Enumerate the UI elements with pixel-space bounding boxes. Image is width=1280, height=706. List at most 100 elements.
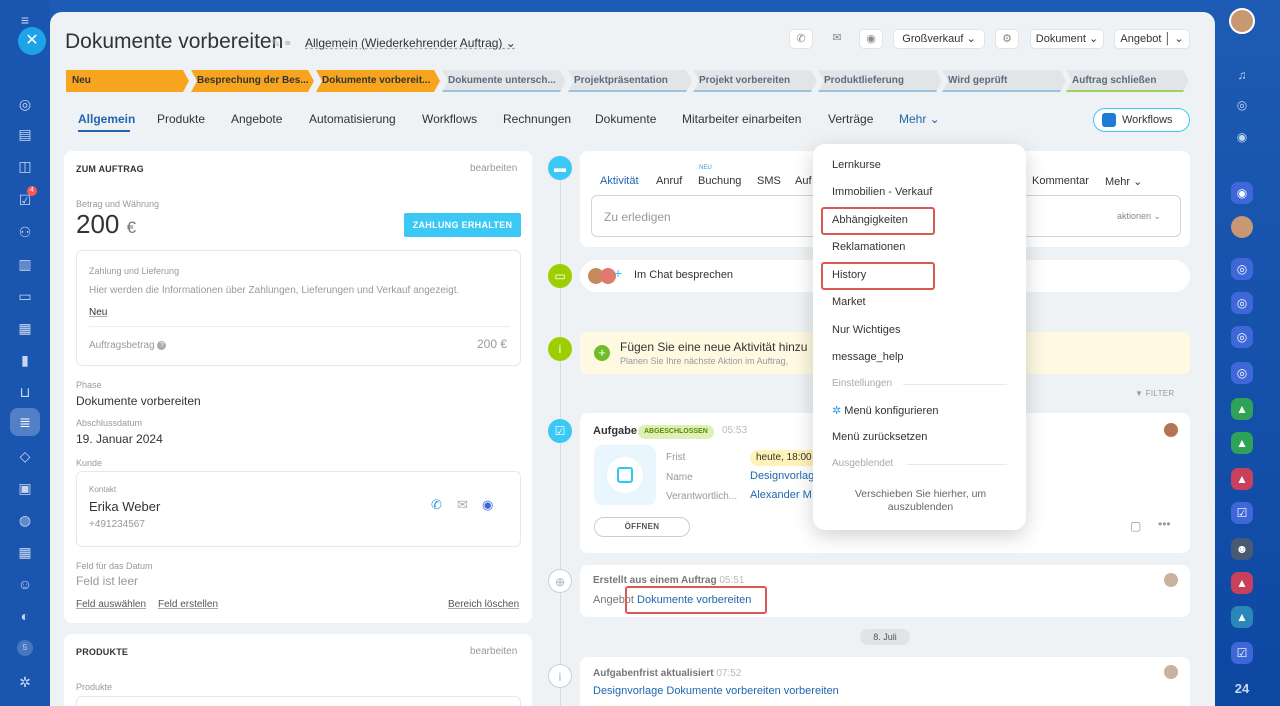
tab-automation[interactable]: Automatisierung bbox=[309, 112, 396, 126]
stage-prepare-project[interactable]: Projekt vorbereiten bbox=[693, 70, 817, 92]
stage-new[interactable]: Neu bbox=[66, 70, 189, 92]
tab-products[interactable]: Produkte bbox=[157, 112, 205, 126]
sidebar-item-marketing[interactable]: ◇ bbox=[17, 448, 33, 464]
contact-chat-icon[interactable]: ◉ bbox=[482, 497, 493, 513]
tab-onboarding[interactable]: Mitarbeiter einarbeiten bbox=[682, 112, 801, 126]
menu-item-market[interactable]: Market bbox=[832, 296, 866, 308]
menu-item-lernkurse[interactable]: Lernkurse bbox=[832, 159, 881, 171]
sidebar-item-shop[interactable]: ⊔ bbox=[17, 384, 33, 400]
locked-chat-icon[interactable]: ▲ bbox=[1231, 398, 1253, 420]
tab-workflows[interactable]: Workflows bbox=[422, 112, 477, 126]
activity-tab-task[interactable]: Auf bbox=[795, 175, 812, 187]
stage-sign-documents[interactable]: Dokumente untersch... bbox=[442, 70, 566, 92]
menu-item-immobilien[interactable]: Immobilien - Verkauf bbox=[832, 186, 932, 198]
tab-offers[interactable]: Angebote bbox=[231, 112, 282, 126]
user-avatar[interactable] bbox=[1229, 8, 1255, 34]
products-edit-link[interactable]: bearbeiten bbox=[470, 646, 517, 657]
stage-review[interactable]: Wird geprüft bbox=[942, 70, 1066, 92]
stage-discussion[interactable]: Besprechung der Bes... bbox=[191, 70, 314, 92]
tab-contracts[interactable]: Verträge bbox=[828, 112, 873, 126]
contact-phone[interactable]: +491234567 bbox=[89, 519, 145, 530]
notifications-icon[interactable]: ♫ bbox=[1231, 64, 1253, 86]
grossverkauf-select[interactable]: Großverkauf ⌄ bbox=[893, 29, 985, 49]
sidebar-item-automation[interactable]: ◐ bbox=[17, 608, 33, 624]
settings-gear-icon[interactable]: ⚙ bbox=[995, 29, 1019, 49]
chat-icon[interactable]: ◉ bbox=[1231, 126, 1253, 148]
sidebar-item-sites[interactable]: ▦ bbox=[17, 320, 33, 336]
deadline-update-link[interactable]: Designvorlage Dokumente vorbereiten vorb… bbox=[593, 685, 839, 697]
sidebar-item-employees[interactable]: ⚇ bbox=[17, 224, 33, 240]
tab-more[interactable]: Mehr ⌄ bbox=[899, 112, 940, 126]
phone-button[interactable]: ✆ bbox=[789, 29, 813, 49]
filter-button[interactable]: ▼ FILTER bbox=[1135, 389, 1175, 398]
actions-dropdown[interactable]: aktionen ⌄ bbox=[1117, 211, 1161, 222]
locked-chat-icon-4[interactable]: ▲ bbox=[1231, 572, 1253, 594]
menu-item-complaints[interactable]: Reklamationen bbox=[832, 241, 905, 253]
sidebar-item-mail[interactable]: ▣ bbox=[17, 480, 33, 496]
chat-button[interactable]: ◉ bbox=[859, 29, 883, 49]
add-participant-icon[interactable]: + bbox=[614, 265, 622, 281]
more-options-icon[interactable]: ••• bbox=[1158, 517, 1171, 531]
mail-button[interactable]: ✉ bbox=[825, 29, 849, 49]
sidebar-settings-icon[interactable]: ✲ bbox=[17, 674, 33, 690]
activity-tab-booking[interactable]: Buchung bbox=[698, 175, 741, 187]
workflows-button[interactable]: Workflows bbox=[1093, 108, 1190, 132]
contact-mail-icon[interactable]: ✉ bbox=[457, 497, 468, 513]
copilot-icon[interactable]: ◎ bbox=[1231, 94, 1253, 116]
menu-icon[interactable]: ≡ bbox=[17, 12, 33, 28]
openline-icon-4[interactable]: ◎ bbox=[1231, 362, 1253, 384]
stage-close-deal[interactable]: Auftrag schließen bbox=[1066, 70, 1189, 92]
sidebar-item-contact-center[interactable]: ◍ bbox=[17, 512, 33, 528]
activity-tab-call[interactable]: Anruf bbox=[656, 175, 682, 187]
choose-field-link[interactable]: Feld auswählen bbox=[76, 599, 146, 610]
new-payment-link[interactable]: Neu bbox=[89, 307, 107, 318]
task-chat-icon-2[interactable]: ☑ bbox=[1231, 642, 1253, 664]
edit-title-icons[interactable]: ✎ ⚭ bbox=[271, 37, 293, 50]
note-icon[interactable]: ▢ bbox=[1130, 519, 1141, 533]
unread-counter[interactable]: 24 bbox=[1231, 678, 1253, 700]
add-activity-icon[interactable]: + bbox=[594, 345, 610, 361]
deadline-value[interactable]: heute, 18:00 bbox=[750, 450, 818, 466]
close-slider-button[interactable]: ✕ bbox=[18, 27, 46, 55]
tab-general[interactable]: Allgemein bbox=[78, 112, 135, 126]
offer-button[interactable]: Angebot │ ⌄ bbox=[1114, 29, 1190, 49]
sidebar-item-analytics[interactable]: ▮ bbox=[17, 352, 33, 368]
sidebar-item-documents[interactable]: ▥ bbox=[17, 256, 33, 272]
pipeline-selector[interactable]: Allgemein (Wiederkehrender Auftrag) ⌄ bbox=[305, 36, 516, 50]
menu-item-important[interactable]: Nur Wichtiges bbox=[832, 324, 900, 336]
tab-documents[interactable]: Dokumente bbox=[595, 112, 656, 126]
contact-name[interactable]: Erika Weber bbox=[89, 499, 160, 514]
create-field-link[interactable]: Feld erstellen bbox=[158, 599, 218, 610]
sidebar-item-feed[interactable]: ▤ bbox=[17, 126, 33, 142]
recent-contact-avatar[interactable] bbox=[1231, 216, 1253, 238]
locked-chat-icon-3[interactable]: ▲ bbox=[1231, 468, 1253, 490]
sidebar-item-storage[interactable]: ▭ bbox=[17, 288, 33, 304]
openline-icon[interactable]: ◎ bbox=[1231, 258, 1253, 280]
stage-delivery[interactable]: Produktlieferung bbox=[818, 70, 942, 92]
locked-chat-icon-2[interactable]: ▲ bbox=[1231, 432, 1253, 454]
responsible-link[interactable]: Alexander M bbox=[750, 489, 812, 501]
task-name-link[interactable]: Designvorlag bbox=[750, 470, 814, 482]
activity-tab-more[interactable]: Mehr ⌄ bbox=[1105, 175, 1142, 188]
sidebar-item-calendar[interactable]: ▦ bbox=[17, 544, 33, 560]
menu-reset[interactable]: Menü zurücksetzen bbox=[832, 431, 927, 443]
receive-payment-button[interactable]: ZAHLUNG ERHALTEN bbox=[404, 213, 521, 237]
stage-project-presentation[interactable]: Projektpräsentation bbox=[568, 70, 692, 92]
openline-icon-3[interactable]: ◎ bbox=[1231, 326, 1253, 348]
delete-section-link[interactable]: Bereich löschen bbox=[448, 599, 519, 610]
activity-tab-sms[interactable]: SMS bbox=[757, 175, 781, 187]
order-edit-link[interactable]: bearbeiten bbox=[470, 163, 517, 174]
openline-icon-2[interactable]: ◎ bbox=[1231, 292, 1253, 314]
menu-item-message-help[interactable]: message_help bbox=[832, 351, 904, 363]
task-chat-icon[interactable]: ☑ bbox=[1231, 502, 1253, 524]
help-icon[interactable]: ? bbox=[157, 340, 167, 350]
activity-tab-activity[interactable]: Aktivität bbox=[600, 175, 639, 187]
stage-prepare-documents[interactable]: Dokumente vorbereit... bbox=[316, 70, 440, 92]
bot-chat-icon[interactable]: ☻ bbox=[1231, 538, 1253, 560]
locked-chat-icon-5[interactable]: ▲ bbox=[1231, 606, 1253, 628]
tab-invoices[interactable]: Rechnungen bbox=[503, 112, 571, 126]
menu-configure[interactable]: ✲ Menü konfigurieren bbox=[832, 404, 938, 417]
activity-tab-comment[interactable]: Kommentar bbox=[1032, 175, 1089, 187]
recent-chat-icon[interactable]: ◉ bbox=[1231, 182, 1253, 204]
sidebar-item-chat[interactable]: ◫ bbox=[17, 158, 33, 174]
